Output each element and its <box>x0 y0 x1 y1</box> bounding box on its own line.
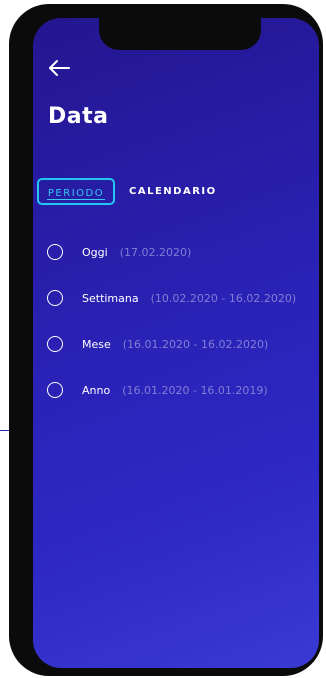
tab-periodo-label: PERIODO <box>47 188 105 199</box>
arrow-left-icon <box>49 60 70 76</box>
radio-button[interactable] <box>47 336 63 352</box>
option-anno[interactable]: Anno (16.01.2020 - 16.01.2019) <box>47 380 268 400</box>
tab-calendario[interactable]: CALENDARIO <box>129 178 217 205</box>
option-range: (17.02.2020) <box>119 245 192 259</box>
tab-selected-underline <box>47 199 105 200</box>
radio-button[interactable] <box>47 290 63 306</box>
radio-button[interactable] <box>47 244 63 260</box>
option-label: Oggi <box>82 245 108 259</box>
tab-periodo[interactable]: PERIODO <box>37 178 115 205</box>
screen: Data PERIODO CALENDARIO Oggi (17.02.2020… <box>33 18 319 668</box>
option-range: (16.01.2020 - 16.01.2019) <box>122 383 268 397</box>
option-range: (10.02.2020 - 16.02.2020) <box>150 291 297 305</box>
tab-calendario-label: CALENDARIO <box>129 186 217 197</box>
option-range: (16.01.2020 - 16.02.2020) <box>122 337 269 351</box>
option-settimana[interactable]: Settimana (10.02.2020 - 16.02.2020) <box>47 288 296 308</box>
radio-button[interactable] <box>47 382 63 398</box>
option-oggi[interactable]: Oggi (17.02.2020) <box>47 242 191 262</box>
option-label: Mese <box>82 337 111 351</box>
option-label: Settimana <box>82 291 139 305</box>
option-label: Anno <box>82 383 111 397</box>
back-button[interactable] <box>47 58 71 78</box>
phone-frame: Data PERIODO CALENDARIO Oggi (17.02.2020… <box>9 4 323 676</box>
option-mese[interactable]: Mese (16.01.2020 - 16.02.2020) <box>47 334 268 354</box>
page-title: Data <box>48 104 109 129</box>
phone-notch <box>99 18 261 50</box>
stage: Data PERIODO CALENDARIO Oggi (17.02.2020… <box>0 0 326 678</box>
